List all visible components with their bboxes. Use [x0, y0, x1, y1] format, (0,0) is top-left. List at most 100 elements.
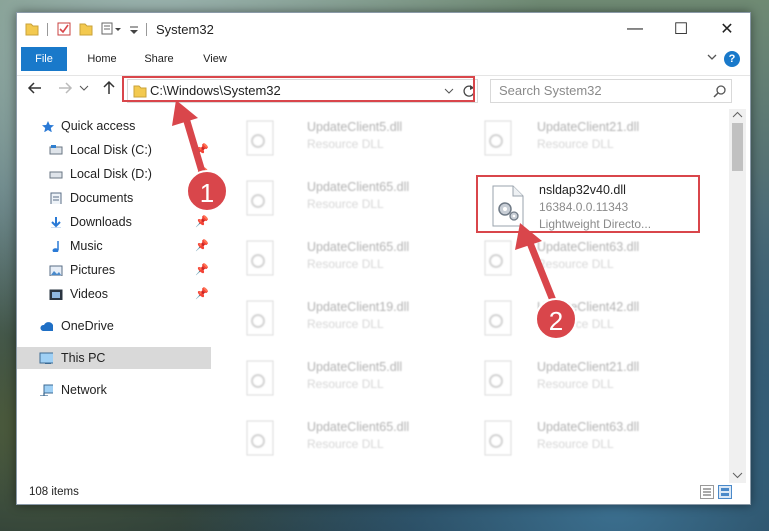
file-item[interactable]: UpdateClient5.dll Resource DLL: [237, 115, 457, 163]
navigation-bar: C:\Windows\System32 Search System32: [17, 75, 750, 104]
file-name: UpdateClient65.dll: [307, 240, 410, 254]
details-view-icon[interactable]: [700, 485, 714, 499]
pin-icon: 📌: [195, 240, 209, 252]
file-item[interactable]: UpdateClient65.dll Resource DLL: [237, 415, 457, 463]
dll-file-icon: [484, 240, 512, 276]
scroll-thumb[interactable]: [732, 123, 743, 171]
scroll-up-icon[interactable]: [732, 111, 743, 119]
sidebar-item-onedrive[interactable]: OneDrive: [17, 315, 211, 337]
file-item[interactable]: UpdateClient65.dll Resource DLL: [237, 175, 457, 223]
file-item[interactable]: UpdateClient21.dll Resource DLL: [475, 115, 695, 163]
tab-view[interactable]: View: [193, 47, 237, 71]
navigation-pane: Quick access Local Disk (C:) 📌 Local Dis…: [17, 109, 211, 475]
explorer-window: System32 — ☐ ✕ File Home Share View ? C:…: [16, 12, 751, 505]
download-icon: [51, 217, 61, 228]
sidebar-item-local-disk-d[interactable]: Local Disk (D:) 📌: [17, 163, 211, 185]
tab-home[interactable]: Home: [79, 47, 125, 71]
sidebar-item-label: This PC: [61, 351, 106, 365]
search-placeholder: Search System32: [499, 83, 602, 98]
file-name: UpdateClient21.dll: [537, 360, 640, 374]
drive-icon: [49, 171, 63, 179]
quick-access-dropdown-icon[interactable]: [129, 21, 139, 37]
file-name: UpdateClient65.dll: [307, 420, 410, 434]
maximize-button[interactable]: ☐: [658, 13, 704, 45]
recent-locations-icon[interactable]: [79, 80, 89, 96]
sidebar-item-quick-access[interactable]: Quick access: [17, 115, 211, 137]
sidebar-item-documents[interactable]: Documents 📌: [17, 187, 211, 209]
file-highlight-box: [476, 175, 700, 233]
file-item[interactable]: UpdateClient63.dll Resource DLL: [475, 235, 695, 283]
minimize-button[interactable]: —: [612, 13, 658, 45]
file-item[interactable]: UpdateClient65.dll Resource DLL: [237, 235, 457, 283]
file-name: UpdateClient19.dll: [307, 300, 410, 314]
help-button[interactable]: ?: [724, 51, 740, 67]
title-bar: System32 — ☐ ✕: [17, 13, 750, 45]
file-name: UpdateClient5.dll: [307, 360, 403, 374]
sidebar-item-this-pc[interactable]: This PC: [17, 347, 211, 369]
file-name: UpdateClient5.dll: [307, 120, 403, 134]
documents-icon: [50, 192, 62, 204]
tiles-view-icon[interactable]: [718, 485, 732, 499]
file-type: Resource DLL: [307, 377, 384, 391]
scroll-down-icon[interactable]: [732, 471, 743, 479]
vertical-scrollbar[interactable]: [729, 109, 746, 483]
new-folder-icon[interactable]: [79, 21, 93, 37]
sidebar-item-label: Downloads: [70, 215, 132, 229]
file-item[interactable]: UpdateClient19.dll Resource DLL: [237, 295, 457, 343]
file-name: UpdateClient65.dll: [307, 180, 410, 194]
file-name: UpdateClient63.dll: [537, 240, 640, 254]
title-separator: [146, 23, 147, 36]
tab-file[interactable]: File: [21, 47, 67, 71]
pictures-icon: [49, 265, 63, 276]
dll-file-icon: [246, 120, 274, 156]
pin-icon: 📌: [195, 264, 209, 276]
sidebar-item-music[interactable]: Music 📌: [17, 235, 211, 257]
star-icon: [42, 121, 54, 132]
file-list: UpdateClient5.dll Resource DLL UpdateCli…: [213, 109, 729, 483]
sidebar-item-label: Pictures: [70, 263, 116, 277]
pin-icon: 📌: [195, 144, 209, 156]
sidebar-item-local-disk-c[interactable]: Local Disk (C:) 📌: [17, 139, 211, 161]
sidebar-item-videos[interactable]: Videos 📌: [17, 283, 211, 305]
address-bar-highlight: [122, 76, 475, 102]
customize-toolbar-icon[interactable]: [101, 21, 123, 37]
sidebar-item-network[interactable]: Network: [17, 379, 211, 401]
dll-file-icon: [484, 420, 512, 456]
file-type: Resource DLL: [307, 317, 384, 331]
sidebar-item-pictures[interactable]: Pictures 📌: [17, 259, 211, 281]
dll-file-icon: [246, 180, 274, 216]
sidebar-item-label: Videos: [70, 287, 108, 301]
folder-icon: [25, 23, 39, 36]
pin-icon: 📌: [195, 216, 209, 228]
dll-file-icon: [246, 420, 274, 456]
dll-file-icon: [484, 120, 512, 156]
search-input[interactable]: Search System32: [490, 79, 732, 103]
properties-icon[interactable]: [57, 21, 71, 37]
sidebar-item-label: Network: [61, 383, 107, 397]
file-type: Resource DLL: [537, 437, 614, 451]
file-name: UpdateClient63.dll: [537, 420, 640, 434]
item-count: 108 items: [29, 486, 79, 498]
search-icon[interactable]: [713, 84, 727, 98]
drive-icon: [49, 145, 63, 155]
file-type: Resource DLL: [537, 137, 614, 151]
videos-icon: [49, 289, 63, 300]
forward-arrow-icon[interactable]: [57, 80, 73, 96]
file-item[interactable]: UpdateClient63.dll Resource DLL: [475, 415, 695, 463]
ribbon-tabs: File Home Share View ?: [17, 47, 750, 71]
file-item[interactable]: UpdateClient21.dll Resource DLL: [475, 355, 695, 403]
file-item[interactable]: UpdateClient5.dll Resource DLL: [237, 355, 457, 403]
file-item[interactable]: UpdateClient42.dll Resource DLL: [475, 295, 695, 343]
sidebar-item-label: OneDrive: [61, 319, 114, 333]
dll-file-icon: [246, 300, 274, 336]
close-button[interactable]: ✕: [704, 13, 750, 45]
up-arrow-icon[interactable]: [101, 80, 117, 96]
file-type: Resource DLL: [307, 137, 384, 151]
back-arrow-icon[interactable]: [27, 80, 43, 96]
sidebar-item-downloads[interactable]: Downloads 📌: [17, 211, 211, 233]
step-2-badge: 2: [535, 298, 577, 340]
tab-share[interactable]: Share: [135, 47, 183, 71]
title-separator: [47, 23, 48, 36]
expand-ribbon-icon[interactable]: [706, 51, 718, 63]
sidebar-item-label: Music: [70, 239, 103, 253]
